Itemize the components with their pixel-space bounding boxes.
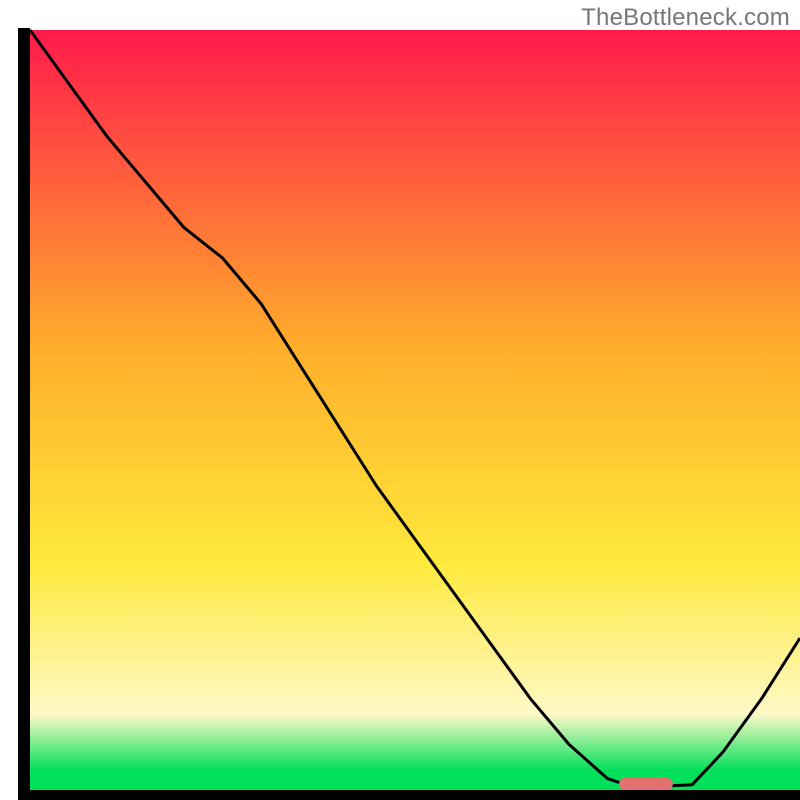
chart-frame: { "watermark": "TheBottleneck.com", "col… (0, 0, 800, 800)
y-axis (18, 28, 30, 800)
watermark-text: TheBottleneck.com (581, 4, 790, 32)
gradient-background (30, 30, 800, 790)
optimum-marker (619, 778, 673, 790)
x-axis (18, 790, 800, 800)
bottleneck-chart (0, 0, 800, 800)
